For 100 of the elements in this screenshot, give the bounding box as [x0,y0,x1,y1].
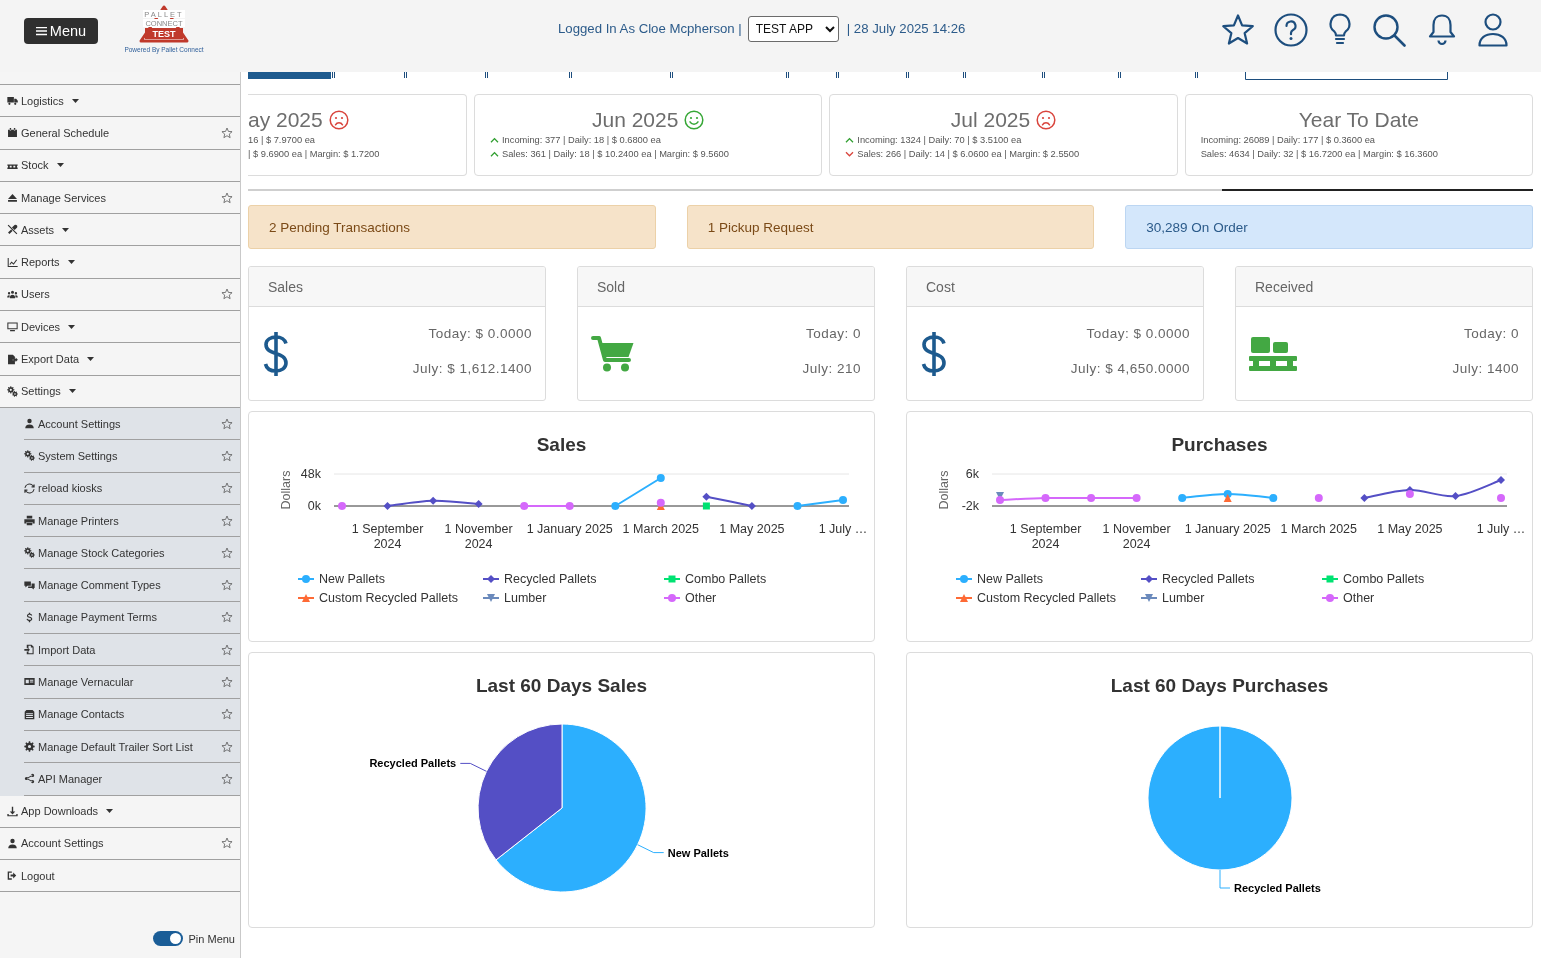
menu-link[interactable]: Manage Payment Terms [24,601,158,634]
chart-title: Last 60 Days Sales [474,674,649,698]
star-icon[interactable] [221,546,233,559]
caret-icon [68,324,76,329]
menu-link[interactable]: Manage Default Trailer Sort List [24,730,193,763]
star-icon[interactable] [221,449,233,462]
menu-link[interactable]: Assets [0,214,69,246]
menu-link[interactable]: General Schedule [0,117,110,149]
data-point [1269,494,1278,502]
menu-link[interactable]: Manage Contacts [24,698,125,730]
star-icon[interactable] [221,740,233,753]
stat-value: July: $ 4,650.0000 [1070,360,1190,378]
search-icon[interactable] [1372,13,1406,47]
menu-icon [35,26,47,36]
star-icon[interactable] [1221,13,1255,47]
axis-tick-label: 1 July … [817,522,869,537]
menu-link[interactable]: Export Data [0,343,95,375]
menu-link[interactable]: Manage Services [0,181,106,214]
menu-link[interactable]: Import Data [24,634,96,666]
data-point [1497,494,1505,502]
legend-label[interactable]: Custom Recycled Pallets [977,590,1116,605]
menu-link[interactable]: Manage Vernacular [24,666,134,698]
toggle-switch[interactable] [152,931,183,946]
menu-link[interactable]: Manage Comment Types [24,569,161,601]
dollar-icon [262,330,290,377]
panel-header: Sold [578,267,874,307]
summary-line: Incoming: 26089 | Daily: 177 | $ 0.3600 ea [1200,135,1375,145]
menu-link[interactable]: Settings [0,375,76,407]
legend-label[interactable]: Combo Pallets [685,571,767,586]
file-import-icon [24,644,35,656]
menu-link[interactable]: Reports [0,246,75,278]
legend-label[interactable]: New Pallets [977,571,1043,586]
legend-label[interactable]: Lumber [1162,590,1205,605]
menu-link[interactable]: System Settings [24,440,118,472]
data-point [793,502,802,510]
monitor-icon [7,321,18,333]
star-icon[interactable] [221,482,233,495]
period-title: Jul 2025 [950,108,1031,132]
star-icon[interactable] [221,191,233,204]
period-title: Jun 2025 [591,108,679,132]
menu-link[interactable]: Devices [0,311,76,343]
menu-button[interactable]: Menu [24,18,98,44]
star-icon[interactable] [221,772,233,785]
star-icon[interactable] [221,126,233,139]
app-select[interactable]: TEST APP [747,15,839,42]
data-point [702,492,711,501]
alert-banner[interactable]: 2 Pending Transactions [248,205,656,249]
panel-header: Cost [907,267,1203,307]
menu-link[interactable]: Logout [0,860,55,892]
legend-label[interactable]: Recycled Pallets [504,571,597,586]
data-point [656,498,665,507]
star-icon[interactable] [221,417,233,430]
star-icon[interactable] [221,837,233,850]
truck-icon [7,95,18,107]
data-point [383,502,392,510]
axis-title: Dollars [937,470,951,510]
printer-icon [24,515,35,526]
alert-banner[interactable]: 1 Pickup Request [686,205,1095,249]
axis-tick-label: 1 March 2025 [1279,522,1359,537]
menu-link[interactable]: Account Settings [0,827,104,860]
tools-icon [7,224,18,236]
star-icon[interactable] [221,514,233,527]
star-icon[interactable] [221,288,233,301]
legend-label[interactable]: Custom Recycled Pallets [319,590,458,605]
dollar-icon [920,330,948,377]
data-point [1360,494,1369,502]
menu-link[interactable]: Manage Printers [24,504,119,537]
legend-label[interactable]: Lumber [504,590,547,605]
summary-line: Sales: 266 | Daily: 14 | $ 6.0600 ea | Margin: $ 2.5500 [857,149,1080,159]
star-icon[interactable] [221,579,233,592]
legend-label[interactable]: Combo Pallets [1343,571,1425,586]
caret-icon [68,389,76,394]
legend-label[interactable]: Other [685,590,717,605]
menu-link[interactable]: API Manager [24,763,103,795]
menu-link[interactable]: Users [0,278,50,311]
star-icon[interactable] [221,611,233,624]
menu-link[interactable]: App Downloads [0,795,114,827]
menu-link[interactable]: Account Settings [24,407,121,440]
menu-link[interactable]: Stock [0,149,64,181]
toggle-label: Pin Menu [188,932,235,945]
user-icon[interactable] [1478,13,1508,47]
legend-label[interactable]: Other [1343,590,1375,605]
legend-label[interactable]: Recycled Pallets [1162,571,1255,586]
star-icon[interactable] [221,643,233,656]
star-icon[interactable] [221,708,233,721]
gears-icon [7,385,18,397]
gears-icon [24,547,35,559]
date-time-text: | 28 July 2025 14:26 [846,21,966,36]
data-point [1041,494,1050,502]
id-card-icon [24,676,35,688]
menu-link[interactable]: reload kiosks [24,472,103,504]
summary-line: Incoming: 1324 | Daily: 70 | $ 3.5100 ea [857,135,1022,145]
help-icon[interactable] [1274,13,1308,47]
menu-link[interactable]: Manage Stock Categories [24,537,165,569]
lightbulb-icon[interactable] [1327,13,1353,47]
alert-banner[interactable]: 30,289 On Order [1125,205,1533,249]
star-icon[interactable] [221,676,233,688]
legend-label[interactable]: New Pallets [319,571,385,586]
menu-link[interactable]: Logistics [0,85,79,117]
axis-tick-label: 1 July … [1475,522,1527,537]
